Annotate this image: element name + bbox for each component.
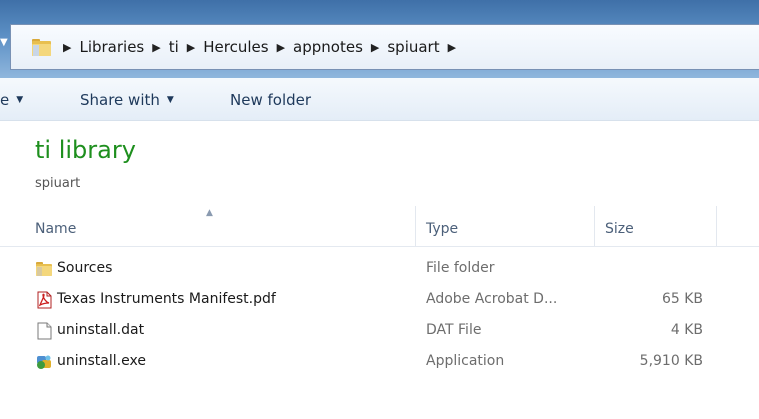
file-size: 5,910 KB (639, 353, 703, 369)
file-icon (37, 322, 52, 340)
column-header-row: ▲ Name Type Size (0, 206, 759, 247)
library-title: ti library (35, 136, 136, 164)
library-subtitle: spiuart (35, 176, 81, 191)
address-bar[interactable]: ▶ Libraries ▶ ti ▶ Hercules ▶ appnotes ▶… (10, 24, 759, 70)
organize-menu-button[interactable]: e ▼ (0, 90, 23, 110)
file-type: File folder (426, 260, 495, 276)
file-row-uninstall-dat[interactable]: uninstall.dat DAT File 4 KB (0, 318, 759, 344)
chevron-down-icon: ▼ (166, 95, 174, 105)
chevron-down-icon: ▼ (16, 95, 24, 105)
share-with-button[interactable]: Share with ▼ (80, 90, 174, 110)
breadcrumb-separator-icon[interactable]: ▶ (448, 41, 456, 54)
organize-label: e (0, 91, 10, 109)
file-type: Application (426, 353, 505, 369)
new-folder-button[interactable]: New folder (230, 90, 311, 110)
pdf-icon (37, 291, 52, 309)
folder-icon (32, 39, 51, 56)
column-divider[interactable] (594, 206, 595, 246)
column-header-size[interactable]: Size (605, 221, 634, 237)
column-divider[interactable] (415, 206, 416, 246)
breadcrumb-hercules[interactable]: Hercules (203, 38, 268, 56)
file-name: Texas Instruments Manifest.pdf (57, 291, 276, 307)
file-name: uninstall.exe (57, 353, 146, 369)
file-row-uninstall-exe[interactable]: uninstall.exe Application 5,910 KB (0, 349, 759, 375)
share-with-label: Share with (80, 91, 160, 109)
sort-ascending-icon: ▲ (206, 208, 213, 218)
folder-icon (36, 262, 52, 276)
breadcrumb-ti[interactable]: ti (169, 38, 179, 56)
column-header-type[interactable]: Type (426, 221, 458, 237)
back-dropdown-icon[interactable]: ▼ (0, 37, 8, 49)
command-toolbar: e ▼ Share with ▼ New folder (0, 78, 759, 121)
explorer-window: ▼ ▶ Libraries ▶ ti ▶ Hercules ▶ appnotes… (0, 0, 759, 419)
file-name: uninstall.dat (57, 322, 145, 338)
column-header-name[interactable]: Name (35, 221, 76, 237)
breadcrumb-separator-icon[interactable]: ▶ (371, 41, 379, 54)
file-row-manifest-pdf[interactable]: Texas Instruments Manifest.pdf Adobe Acr… (0, 287, 759, 313)
new-folder-label: New folder (230, 91, 312, 109)
column-divider[interactable] (716, 206, 717, 246)
breadcrumb-separator-icon[interactable]: ▶ (277, 41, 285, 54)
file-type: DAT File (426, 322, 482, 338)
file-size: 65 KB (661, 291, 703, 307)
window-titlebar: ▼ ▶ Libraries ▶ ti ▶ Hercules ▶ appnotes… (0, 0, 759, 78)
breadcrumb-separator-icon[interactable]: ▶ (187, 41, 195, 54)
breadcrumb-appnotes[interactable]: appnotes (293, 38, 363, 56)
breadcrumb-separator-icon[interactable]: ▶ (63, 41, 71, 54)
breadcrumb-separator-icon[interactable]: ▶ (152, 41, 160, 54)
file-name: Sources (57, 260, 113, 276)
file-size: 4 KB (670, 322, 703, 338)
file-row-sources[interactable]: Sources File folder (0, 256, 759, 282)
file-type: Adobe Acrobat D... (426, 291, 558, 307)
breadcrumb-libraries[interactable]: Libraries (79, 38, 144, 56)
application-icon (37, 355, 51, 369)
breadcrumb-spiuart[interactable]: spiuart (387, 38, 439, 56)
